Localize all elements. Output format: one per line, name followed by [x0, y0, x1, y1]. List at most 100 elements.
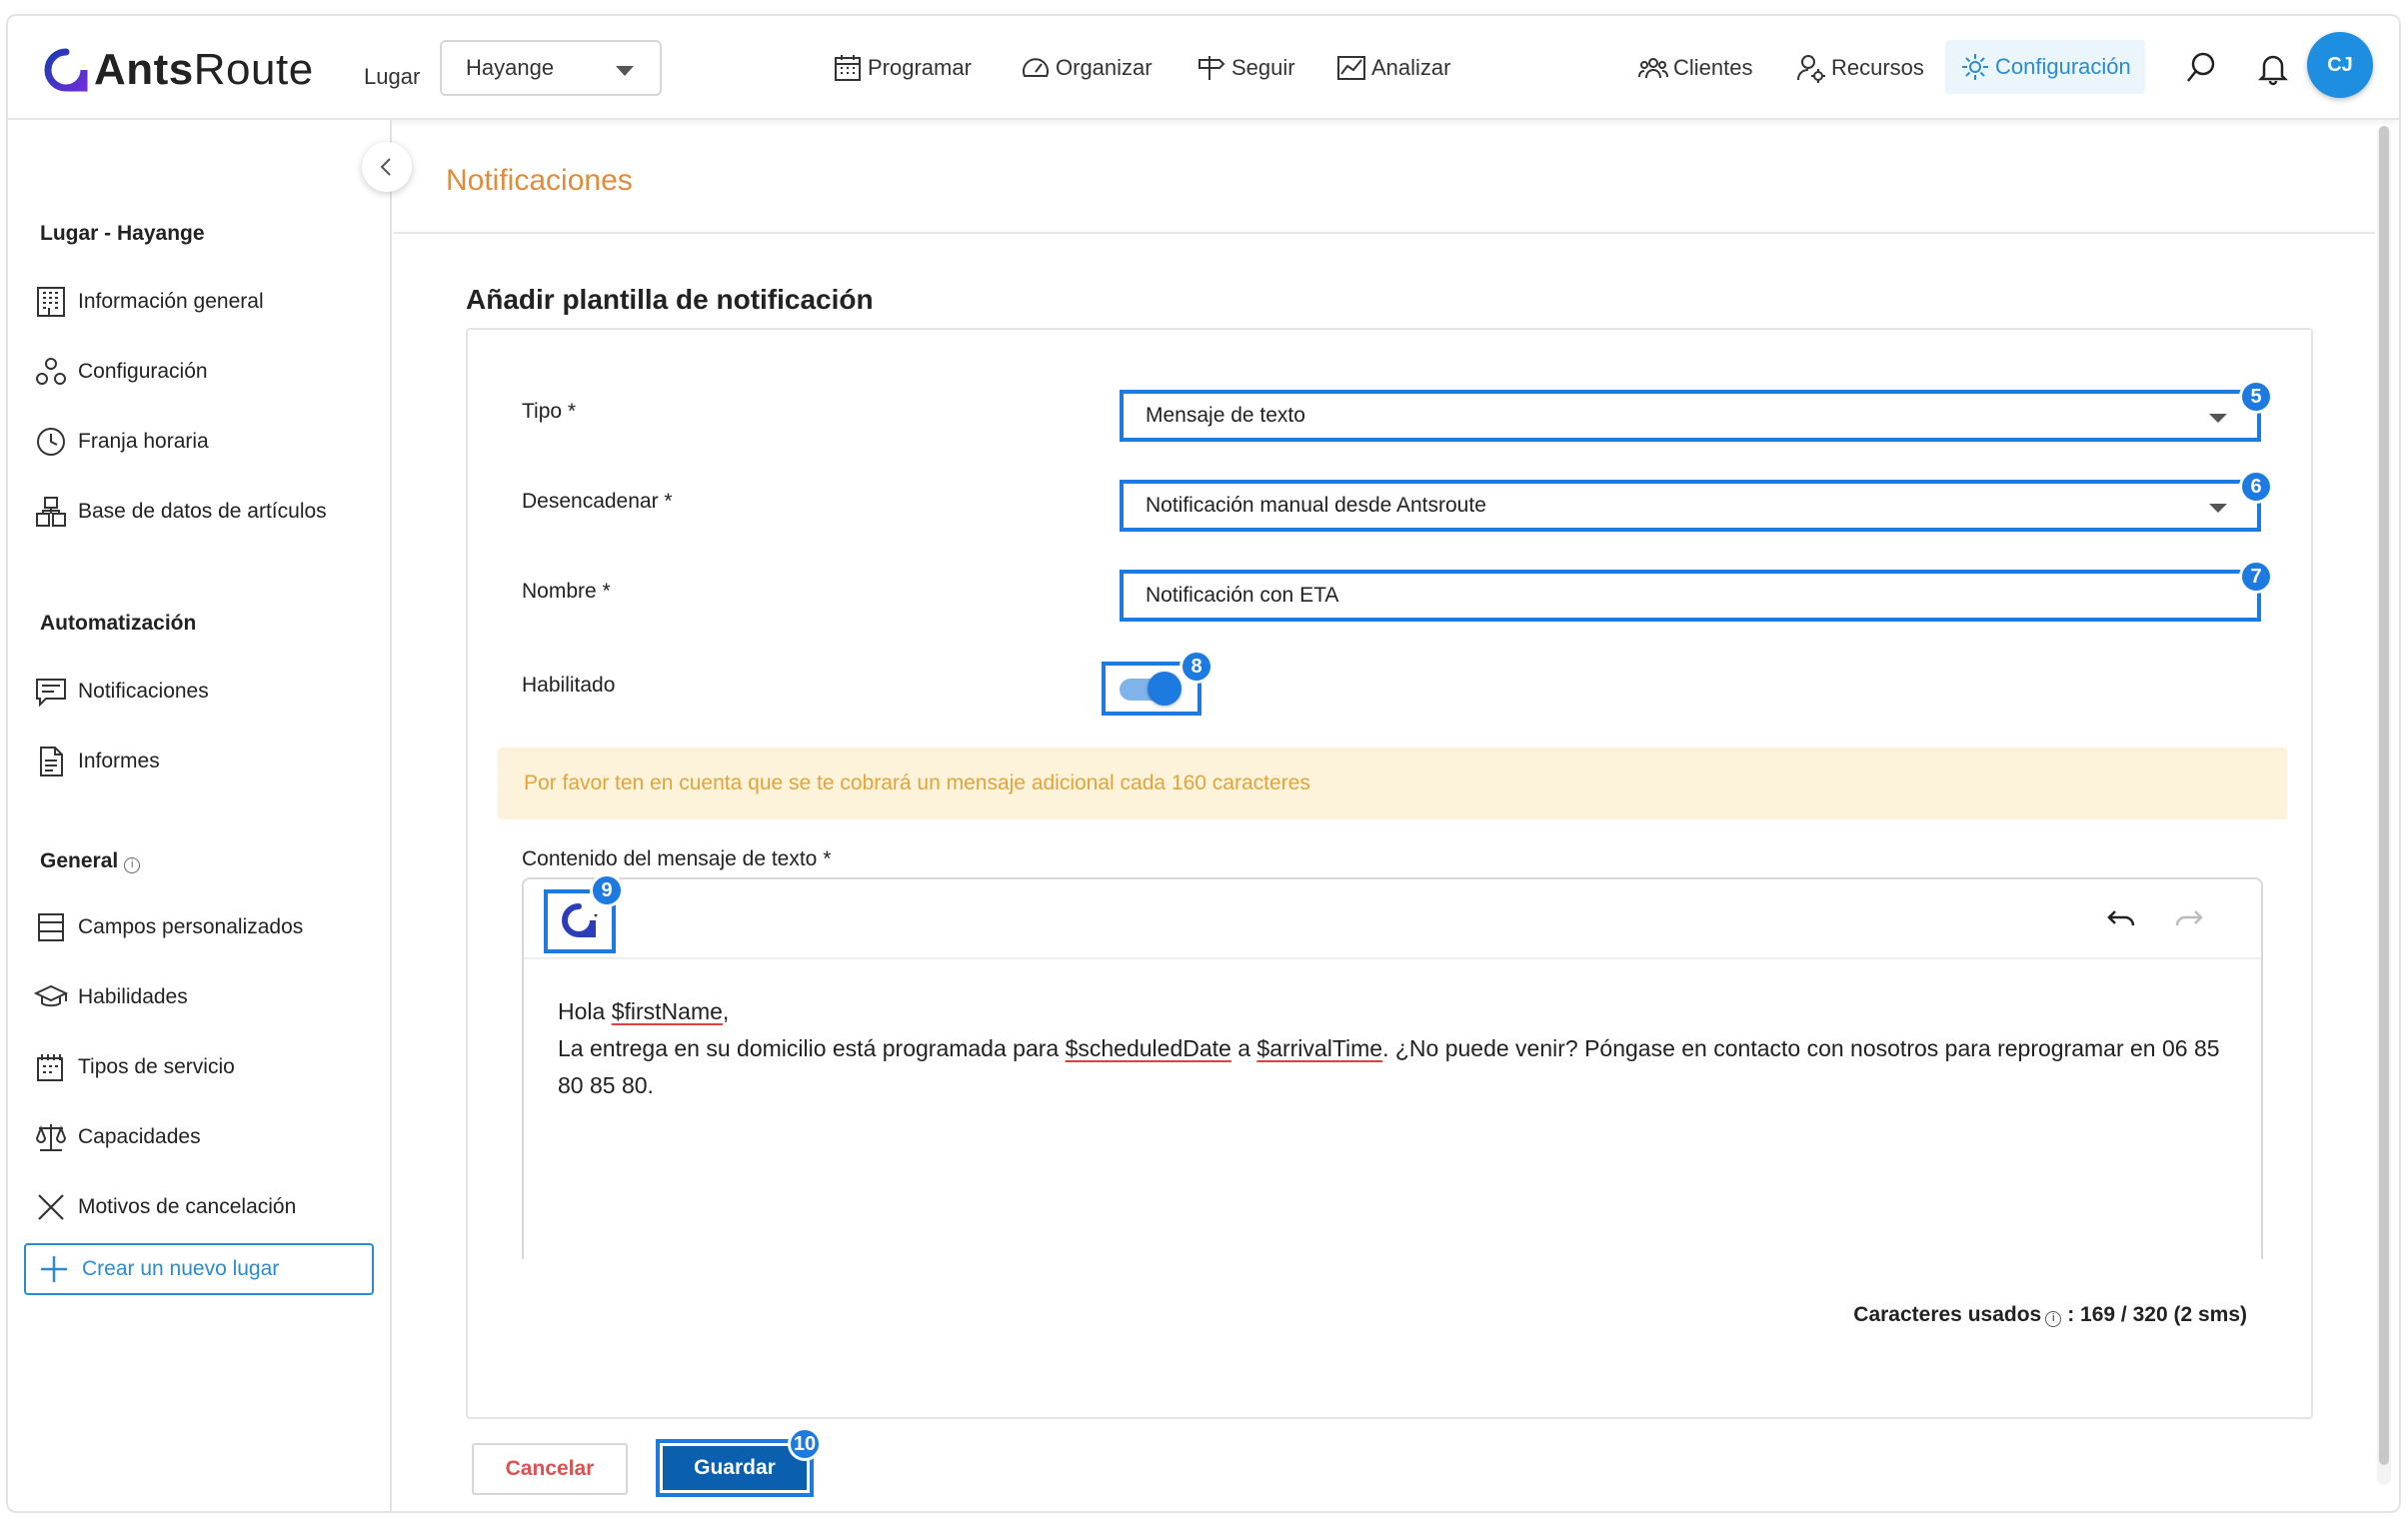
- name-input-value: Notificación con ETA: [1146, 584, 1339, 607]
- nav-clientes[interactable]: Clientes: [1637, 48, 1752, 88]
- sidebar-item-label: Notificaciones: [78, 680, 209, 703]
- logo-icon: [44, 48, 88, 92]
- chevron-down-icon: [2209, 414, 2227, 423]
- message-content[interactable]: Hola $firstName, La entrega en su domici…: [558, 993, 2221, 1104]
- gear-icon: [1962, 54, 1988, 80]
- info-icon[interactable]: i: [2045, 1311, 2062, 1327]
- variable-arrival-time: $arrivalTime: [1256, 1035, 1383, 1061]
- step-badge-7: 7: [2239, 560, 2273, 594]
- cancel-button[interactable]: Cancelar: [472, 1443, 628, 1495]
- users-icon: [1638, 58, 1668, 79]
- user-avatar[interactable]: CJ: [2307, 32, 2373, 98]
- info-icon[interactable]: i: [124, 857, 141, 873]
- sidebar-section-place: Lugar - Hayange: [40, 222, 205, 245]
- create-new-place-label: Crear un nuevo lugar: [82, 1257, 280, 1280]
- name-input[interactable]: Notificación con ETA: [1120, 570, 2261, 622]
- step-badge-6: 6: [2239, 470, 2273, 504]
- sidebar-section-general-label: General: [40, 849, 119, 872]
- sidebar-item-motivos-cancelacion[interactable]: Motivos de cancelación: [34, 1187, 296, 1227]
- nav-programar[interactable]: Programar: [832, 48, 972, 88]
- nav-label: Seguir: [1231, 55, 1295, 80]
- step-badge-9: 9: [590, 873, 624, 907]
- cogs-icon: [36, 358, 66, 385]
- variable-first-name: $firstName: [611, 998, 723, 1024]
- place-select-value: Hayange: [466, 55, 555, 80]
- sidebar-item-informes[interactable]: Informes: [34, 742, 160, 781]
- antsroute-logo[interactable]: AntsRoute: [44, 42, 314, 98]
- step-badge-5: 5: [2239, 380, 2273, 414]
- sidebar-item-label: Franja horaria: [78, 430, 209, 453]
- sidebar-item-notificaciones[interactable]: Notificaciones: [34, 672, 209, 712]
- scrollbar-thumb[interactable]: [2379, 126, 2389, 1465]
- message-editor[interactable]: Hola $firstName, La entrega en su domici…: [522, 877, 2263, 1259]
- trigger-label: Desencadenar *: [522, 490, 673, 513]
- type-label: Tipo *: [522, 400, 577, 423]
- message-line-1: Hola $firstName,: [558, 998, 730, 1024]
- top-navigation-bar: AntsRoute Lugar Hayange Programar Organi…: [8, 16, 2399, 120]
- calendar-icon: [835, 55, 861, 81]
- sidebar-item-label: Configuración: [78, 360, 208, 383]
- document-icon: [40, 747, 63, 776]
- redo-icon[interactable]: [2173, 903, 2209, 939]
- search-button[interactable]: [2179, 46, 2223, 90]
- sidebar-item-label: Habilidades: [78, 985, 188, 1008]
- service-icon: [37, 1054, 63, 1081]
- sidebar-item-capacidades[interactable]: Capacidades: [34, 1117, 201, 1157]
- sidebar-item-label: Informes: [78, 750, 160, 772]
- nav-seguir[interactable]: Seguir: [1196, 48, 1295, 88]
- notifications-button[interactable]: [2251, 46, 2295, 90]
- sidebar-section-general: General i: [40, 849, 141, 873]
- type-select-value: Mensaje de texto: [1146, 404, 1305, 427]
- sidebar-item-base-datos-articulos[interactable]: Base de datos de artículos: [34, 492, 327, 532]
- sidebar: [8, 120, 392, 1511]
- vertical-scrollbar[interactable]: [2377, 126, 2391, 1485]
- sidebar-item-label: Capacidades: [78, 1125, 201, 1148]
- characters-used: Caracteres usados i: 169 / 320 (2 sms): [1853, 1303, 2247, 1327]
- x-icon: [38, 1194, 64, 1220]
- sidebar-item-informacion-general[interactable]: Información general: [34, 282, 264, 322]
- sidebar-item-label: Tipos de servicio: [78, 1055, 235, 1078]
- undo-icon[interactable]: [2101, 903, 2137, 939]
- list-icon: [38, 913, 64, 941]
- chevron-left-icon: [380, 158, 391, 176]
- nav-organizar[interactable]: Organizar: [1020, 48, 1153, 88]
- signpost-icon: [1199, 56, 1225, 80]
- sidebar-item-franja-horaria[interactable]: Franja horaria: [34, 422, 209, 462]
- trigger-select[interactable]: Notificación manual desde Antsroute: [1120, 480, 2261, 532]
- nav-configuracion[interactable]: Configuración: [1945, 40, 2145, 94]
- nav-analizar[interactable]: Analizar: [1335, 48, 1450, 88]
- chevron-down-icon: [616, 66, 634, 76]
- nav-label: Programar: [868, 55, 972, 80]
- toggle-knob: [1148, 672, 1182, 706]
- scale-icon: [35, 1124, 67, 1151]
- nav-label: Organizar: [1056, 55, 1153, 80]
- sidebar-item-label: Motivos de cancelación: [78, 1195, 297, 1218]
- place-select[interactable]: Hayange: [440, 40, 662, 96]
- nav-label: Analizar: [1371, 55, 1451, 80]
- plus-icon: [41, 1256, 67, 1282]
- characters-used-label: Caracteres usados: [1853, 1303, 2042, 1326]
- logo-text: AntsRoute: [94, 45, 314, 94]
- boxes-icon: [36, 497, 66, 527]
- type-select[interactable]: Mensaje de texto: [1120, 390, 2261, 442]
- enabled-label: Habilitado: [522, 674, 616, 697]
- sidebar-item-habilidades[interactable]: Habilidades: [34, 977, 188, 1017]
- sidebar-section-automation: Automatización: [40, 612, 197, 635]
- name-label: Nombre *: [522, 580, 611, 603]
- building-icon: [37, 287, 65, 317]
- form-title: Añadir plantilla de notificación: [466, 284, 874, 315]
- sidebar-item-campos-personalizados[interactable]: Campos personalizados: [34, 907, 303, 947]
- collapse-sidebar-button[interactable]: [362, 142, 412, 192]
- variable-scheduled-date: $scheduledDate: [1065, 1035, 1231, 1061]
- chart-icon: [1337, 56, 1365, 80]
- sidebar-item-label: Campos personalizados: [78, 915, 304, 938]
- sidebar-item-configuracion[interactable]: Configuración: [34, 352, 208, 392]
- message-icon: [36, 679, 66, 708]
- nav-recursos[interactable]: Recursos: [1795, 48, 1924, 88]
- search-icon: [2187, 52, 2215, 82]
- sidebar-item-tipos-servicio[interactable]: Tipos de servicio: [34, 1047, 235, 1087]
- step-badge-10: 10: [788, 1427, 822, 1461]
- create-new-place-button[interactable]: Crear un nuevo lugar: [24, 1243, 374, 1295]
- page-title: Notificaciones: [446, 164, 633, 197]
- sms-cost-warning: Por favor ten en cuenta que se te cobrar…: [498, 748, 2287, 819]
